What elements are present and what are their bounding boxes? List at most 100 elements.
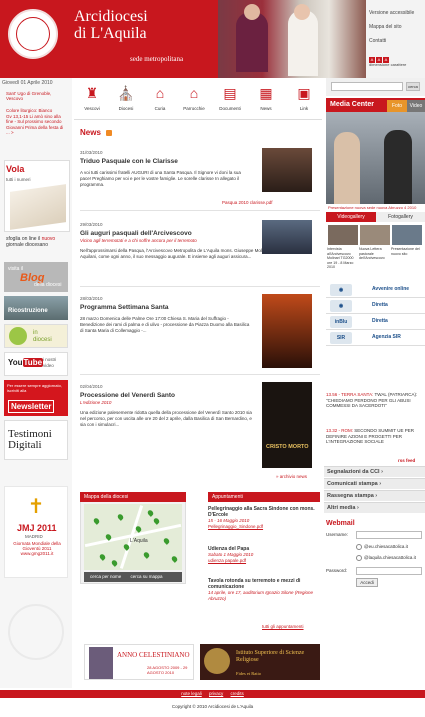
sir-link[interactable]: SIR Agenzia SIR	[326, 330, 425, 346]
rss-feed-link[interactable]: rss feed	[398, 458, 415, 463]
church-icon: ⛪	[117, 85, 135, 101]
nav-curia[interactable]: ⌂ Curia	[144, 80, 176, 120]
gospel-text[interactable]: Gv 13,1-15 Li amò sino alla fine - Sul p…	[6, 114, 68, 136]
domain-radio-2[interactable]	[356, 555, 362, 561]
diocese-seal-logo[interactable]	[8, 9, 58, 59]
news-image[interactable]	[262, 220, 312, 254]
sitemap-link[interactable]: Mappa del sito	[369, 24, 425, 30]
appointment-attachment[interactable]: Pellegrinaggio_Sindone.pdf	[208, 524, 320, 529]
anno-dates: 28 AGOSTO 2009 - 29 AGOSTO 2010	[147, 665, 188, 675]
map-search-map[interactable]: cerca su mappa	[131, 574, 163, 579]
news-archive-link[interactable]: » archivio news	[276, 474, 307, 479]
youtube-banner[interactable]: YouTube i nostri video	[4, 352, 68, 376]
domain-option-2: @laquila.chiesacattolica.it	[364, 555, 416, 560]
anno-celestiniano-banner[interactable]: ANNO CELESTINIANO 28 AGOSTO 2009 - 29 AG…	[84, 644, 194, 680]
tab-foto[interactable]: Foto	[387, 100, 407, 112]
video-thumbnail[interactable]	[328, 225, 358, 245]
nav-parrocchie[interactable]: ⌂ Parrocchie	[178, 80, 210, 120]
appointments-heading: Appuntamenti	[208, 492, 320, 502]
newsletter-banner[interactable]: Per essere sempre aggiornato, iscriviti …	[4, 380, 68, 416]
blog-banner[interactable]: visita il Blog della diocesi	[4, 262, 68, 292]
map-search-name[interactable]: cerca per nome	[90, 574, 121, 579]
ticker-item[interactable]: 13.56 - TERRA SANTA: TWAL (PATRIARCA): "…	[326, 392, 425, 409]
avvenire-icon: ◉	[330, 284, 352, 296]
appointment-title[interactable]: Tavola rotonda su terremoto e mezzi di c…	[208, 578, 320, 590]
nav-news[interactable]: ▦ News	[250, 80, 282, 120]
diocese-map[interactable]	[84, 504, 182, 570]
newsletter-word: Newsletter	[8, 400, 55, 413]
accordion-rassegna[interactable]: Rassegna stampa ›	[324, 490, 425, 501]
accordion-segnalazioni[interactable]: Segnalazioni da CCI ›	[324, 466, 425, 477]
contacts-link[interactable]: Contatti	[369, 38, 425, 44]
appointment-title[interactable]: Pellegrinaggio alla Sacra Sindone con mo…	[208, 506, 320, 518]
all-appointments-link[interactable]: tutti gli appuntamenti	[262, 624, 304, 629]
nav-vescovi[interactable]: ♜ Vescovi	[76, 80, 108, 120]
map-city-label: L'Aquila	[130, 538, 148, 544]
video-thumbnail[interactable]	[392, 225, 422, 245]
tab-fotogallery[interactable]: Fotogallery	[376, 212, 425, 222]
ticker-item[interactable]: 13.32 - ROM: SECONDO SUMMIT UE PER DEFIN…	[326, 428, 425, 445]
site-title-line1: Arcidiocesi	[74, 8, 148, 25]
nav-diocesi[interactable]: ⛪ Diocesi	[110, 80, 142, 120]
inblu-link[interactable]: inBlu Diretta	[326, 314, 425, 330]
privacy-link[interactable]: privacy	[209, 691, 223, 696]
saint-of-day[interactable]: Sant' Ugo di Grenoble, Vescovo	[6, 91, 66, 101]
login-button[interactable]: Accedi	[356, 578, 378, 587]
accessible-version-link[interactable]: Versione accessibile	[369, 10, 425, 16]
liturgy-box: Colore liturgico: Bianco Gv 13,1-15 Li a…	[6, 108, 68, 136]
link-label: Diretta	[372, 302, 388, 308]
link-icon: ▣	[297, 85, 311, 101]
newspaper-image[interactable]	[10, 184, 66, 230]
mitre-icon: ♜	[85, 85, 99, 101]
indiocesi-banner[interactable]: in diocesi	[4, 324, 68, 348]
map-footer: cerca per nome cerca su mappa	[84, 572, 182, 582]
credits-link[interactable]: credits	[231, 691, 244, 696]
map-heading[interactable]: Mappa della diocesi	[80, 492, 186, 502]
video-caption[interactable]: Intervista all'Arcivescovo Molinari TG20…	[327, 247, 359, 270]
media-center-photo[interactable]	[326, 112, 425, 204]
news-image[interactable]	[262, 294, 312, 368]
font-size-controls: A A Adimensione carattere	[369, 57, 425, 69]
diretta-link[interactable]: ◉ Diretta	[326, 298, 425, 314]
avvenire-link[interactable]: ◉ Avvenire online	[326, 282, 425, 298]
video-caption[interactable]: Nuova Lettera pastorale dell'Arcivescovo	[359, 247, 391, 261]
appointment-attachment[interactable]: udienza papale.pdf	[208, 558, 320, 563]
ricostruzione-banner[interactable]: Ricostruzione	[4, 296, 68, 320]
rss-icon[interactable]	[106, 130, 112, 136]
video-caption[interactable]: Presentazione del nuovo sito	[391, 247, 423, 256]
ricostruzione-label: Ricostruzione	[8, 308, 48, 314]
issr-emblem	[204, 648, 230, 674]
legal-notes-link[interactable]: note legali	[181, 691, 202, 696]
password-field[interactable]	[356, 567, 422, 575]
ticker-time: 13.32 - ROM:	[326, 428, 354, 433]
accordion-altri-media[interactable]: Altri media ›	[324, 502, 425, 513]
media-caption[interactable]: Presentazione nuova sede nuova Abruzzo 4…	[328, 205, 425, 210]
domain-radio-1[interactable]	[356, 544, 362, 550]
nav-link[interactable]: ▣ Link	[288, 80, 320, 120]
news-text: A voi tutti carissimi fratelli AUGURI di…	[80, 170, 241, 187]
issr-banner[interactable]: Istituto Superiore di Scienze Religiose …	[200, 644, 320, 680]
username-field[interactable]	[356, 531, 422, 539]
search-button[interactable]: cerca	[406, 82, 420, 91]
tab-video[interactable]: Video	[407, 100, 425, 112]
sir-icon: SIR	[330, 332, 352, 344]
search-input[interactable]	[331, 82, 403, 91]
jmj-text: Giornata Mondiale della Gioventù 2011 ww…	[13, 541, 61, 556]
news-image[interactable]: CRISTO MORTO	[262, 382, 312, 468]
youtube-logo: YouTube	[8, 358, 44, 367]
newsletter-text: Per essere sempre aggiornato, iscriviti …	[7, 383, 62, 393]
video-thumbnail[interactable]	[360, 225, 390, 245]
site-title[interactable]: Arcidiocesi di L'Aquila	[74, 8, 148, 42]
document-icon: ▤	[223, 85, 237, 101]
accordion-comunicati[interactable]: Comunicati stampa ›	[324, 478, 425, 489]
site-subtitle: sede metropolitana	[130, 55, 184, 63]
current-date: Giovedì 01 Aprile 2010	[2, 80, 53, 86]
sfoglia-link[interactable]: sfoglia on line il nuovo giornale diocesa…	[6, 236, 70, 248]
nav-documenti[interactable]: ▤ Documenti	[214, 80, 246, 120]
tab-videogallery[interactable]: Videogallery	[326, 212, 376, 222]
testimoni-digitali-banner[interactable]: Testimoni Digitali	[4, 420, 68, 460]
news-attachment[interactable]: Pasqua 2010 clarisse.pdf	[222, 200, 273, 205]
news-image[interactable]	[262, 148, 312, 192]
jmj-banner[interactable]: ✝ JMJ 2011 MADRID Giornata Mondiale dell…	[4, 486, 68, 578]
footer-links: note legali privacy credits	[0, 690, 425, 698]
